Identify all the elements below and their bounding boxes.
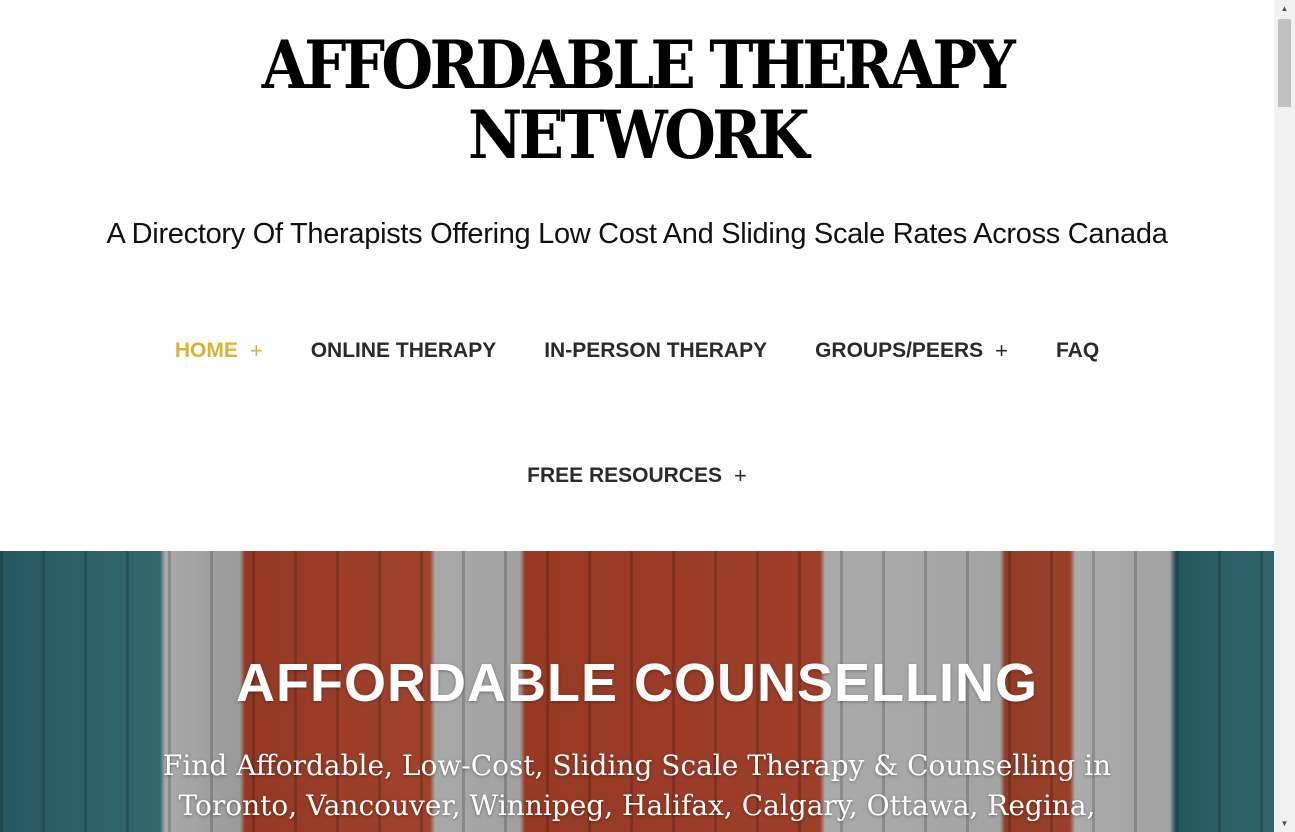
scroll-down-arrow-icon[interactable]: ▼ bbox=[1274, 815, 1295, 832]
plus-icon[interactable]: + bbox=[250, 338, 263, 364]
page: AFFORDABLE THERAPY NETWORK A Directory O… bbox=[0, 0, 1274, 832]
site-title-line-1[interactable]: AFFORDABLE THERAPY bbox=[64, 30, 1211, 100]
scroll-up-arrow-icon[interactable]: ▲ bbox=[1274, 0, 1295, 17]
nav-item-in-person-therapy[interactable]: IN-PERSON THERAPY bbox=[544, 339, 767, 363]
hero-subtitle: Find Affordable, Low-Cost, Sliding Scale… bbox=[160, 746, 1114, 826]
nav-item-label[interactable]: GROUPS/PEERS bbox=[815, 339, 983, 363]
site-title[interactable]: AFFORDABLE THERAPY NETWORK bbox=[64, 30, 1211, 170]
nav-item-label[interactable]: HOME bbox=[175, 339, 238, 363]
hero-subtitle-line-2: Toronto, Vancouver, Winnipeg, Halifax, C… bbox=[178, 789, 1096, 822]
main-nav-row-1: HOME + ONLINE THERAPY IN-PERSON THERAPY … bbox=[0, 338, 1274, 364]
main-nav-row-2: FREE RESOURCES + bbox=[0, 463, 1274, 489]
nav-item-faq[interactable]: FAQ bbox=[1056, 339, 1099, 363]
nav-item-groups-peers[interactable]: GROUPS/PEERS + bbox=[815, 338, 1008, 364]
nav-item-online-therapy[interactable]: ONLINE THERAPY bbox=[311, 339, 497, 363]
plus-icon[interactable]: + bbox=[995, 338, 1008, 364]
vertical-scrollbar[interactable]: ▲ ▼ bbox=[1274, 0, 1295, 832]
site-title-line-2[interactable]: NETWORK bbox=[64, 100, 1211, 170]
plus-icon[interactable]: + bbox=[734, 463, 747, 489]
hero-title: AFFORDABLE COUNSELLING bbox=[236, 653, 1038, 713]
nav-item-free-resources[interactable]: FREE RESOURCES + bbox=[527, 463, 747, 489]
nav-item-home[interactable]: HOME + bbox=[175, 338, 263, 364]
hero-subtitle-line-1: Find Affordable, Low-Cost, Sliding Scale… bbox=[162, 749, 1112, 782]
nav-item-label[interactable]: FAQ bbox=[1056, 339, 1099, 363]
scrollbar-thumb[interactable] bbox=[1278, 19, 1291, 107]
site-tagline: A Directory Of Therapists Offering Low C… bbox=[106, 218, 1168, 250]
nav-item-label[interactable]: FREE RESOURCES bbox=[527, 464, 722, 488]
nav-item-label[interactable]: ONLINE THERAPY bbox=[311, 339, 497, 363]
nav-item-label[interactable]: IN-PERSON THERAPY bbox=[544, 339, 767, 363]
